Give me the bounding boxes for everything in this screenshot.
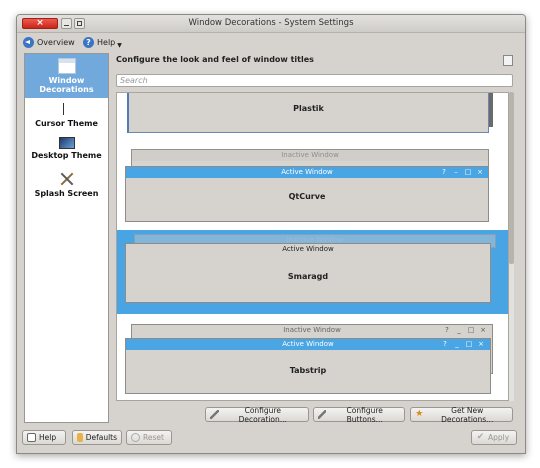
window-icon[interactable] bbox=[503, 55, 513, 66]
close-icon: × bbox=[480, 326, 486, 334]
wrench-icon bbox=[210, 410, 219, 419]
sidebar-item-desktop-theme[interactable]: Desktop Theme bbox=[25, 134, 108, 166]
get-hot-new-stuff-icon: ★ bbox=[415, 409, 424, 419]
scrollbar-thumb[interactable] bbox=[509, 92, 514, 264]
decoration-preview-tabstrip[interactable]: Active Window ? _ □ × Tabstrip bbox=[125, 338, 491, 394]
active-title: Active Window bbox=[126, 339, 490, 350]
back-arrow-icon bbox=[23, 37, 34, 48]
overview-button[interactable]: Overview bbox=[23, 36, 75, 49]
sidebar-item-splash-screen[interactable]: Splash Screen bbox=[25, 168, 108, 200]
list-scrollbar[interactable] bbox=[509, 92, 514, 401]
help-icon: ? bbox=[445, 326, 449, 334]
sidebar-item-label: Window Decorations bbox=[39, 76, 94, 94]
configure-decoration-button[interactable]: Configure Decoration... bbox=[205, 405, 309, 424]
button-label: Get New Decorations... bbox=[441, 405, 494, 424]
reset-icon bbox=[131, 433, 140, 442]
reset-button[interactable]: Reset bbox=[126, 430, 172, 445]
help-book-icon bbox=[27, 433, 36, 442]
window-decorations-icon bbox=[57, 58, 76, 74]
maximize-icon: □ bbox=[467, 326, 475, 334]
help-icon: ? bbox=[83, 37, 94, 48]
inactive-title: Inactive Window bbox=[132, 150, 488, 161]
get-new-decorations-button[interactable]: ★ Get New Decorations... bbox=[410, 405, 513, 424]
active-title: Active Window bbox=[126, 244, 490, 255]
splash-screen-icon bbox=[59, 171, 75, 187]
overview-label: Overview bbox=[37, 38, 75, 47]
button-label: Help bbox=[39, 433, 57, 442]
title-bar[interactable]: × Window Decorations - System Settings bbox=[17, 15, 525, 33]
defaults-button[interactable]: Defaults bbox=[72, 430, 122, 445]
apply-button[interactable]: ✔ Apply bbox=[471, 430, 517, 445]
help-menu[interactable]: ? Help ▼ bbox=[83, 36, 122, 49]
decoration-name: Plastik bbox=[293, 104, 324, 113]
button-label: Defaults bbox=[85, 433, 117, 442]
button-label: Configure Decoration... bbox=[238, 405, 287, 424]
decoration-list[interactable]: Plastik Inactive Window Active Window ? … bbox=[116, 92, 509, 401]
close-icon: × bbox=[477, 168, 483, 176]
help-icon: ? bbox=[443, 340, 447, 348]
minimize-icon: – bbox=[454, 168, 458, 176]
decoration-preview-plastik[interactable]: Plastik bbox=[127, 93, 489, 133]
checkmark-icon: ✔ bbox=[476, 432, 485, 442]
system-settings-window: × Window Decorations - System Settings O… bbox=[16, 14, 526, 454]
wrench-icon bbox=[318, 410, 327, 419]
cursor-icon bbox=[62, 103, 72, 117]
decoration-preview-smaragd[interactable]: × Active Window Smaragd bbox=[125, 243, 491, 303]
titlebar-buttons: ? _ □ × bbox=[440, 340, 486, 349]
window-title: Window Decorations - System Settings bbox=[188, 18, 354, 28]
configure-buttons-button[interactable]: Configure Buttons... bbox=[313, 405, 405, 424]
search-input[interactable] bbox=[116, 74, 513, 87]
help-button[interactable]: Help bbox=[22, 430, 66, 445]
desktop-theme-icon bbox=[58, 137, 75, 149]
chevron-down-icon: ▼ bbox=[117, 42, 122, 49]
minimize-icon: _ bbox=[455, 340, 459, 348]
sidebar-item-cursor-theme[interactable]: Cursor Theme bbox=[25, 100, 108, 130]
decoration-preview-qtcurve[interactable]: Active Window ? – □ × QtCurve bbox=[125, 166, 489, 222]
help-icon: ? bbox=[442, 168, 446, 176]
maximize-icon: □ bbox=[464, 168, 472, 176]
active-title: Active Window bbox=[126, 167, 488, 178]
maximize-icon: □ bbox=[465, 340, 473, 348]
page-heading: Configure the look and feel of window ti… bbox=[116, 55, 314, 64]
button-label: Apply bbox=[488, 433, 510, 442]
plastik-edge bbox=[489, 93, 493, 127]
close-icon: × bbox=[478, 340, 484, 348]
sidebar-item-label: Desktop Theme bbox=[31, 151, 102, 160]
sidebar: Window Decorations Cursor Theme Desktop … bbox=[24, 53, 109, 423]
titlebar-buttons: ? _ □ × bbox=[442, 326, 488, 335]
menu-bar: Overview ? Help ▼ bbox=[17, 33, 525, 51]
sidebar-item-window-decorations[interactable]: Window Decorations bbox=[25, 54, 108, 98]
help-menu-label: Help bbox=[97, 38, 116, 47]
button-label: Reset bbox=[143, 433, 164, 442]
minimize-icon: _ bbox=[457, 326, 461, 334]
sidebar-item-label: Splash Screen bbox=[34, 189, 99, 198]
inactive-title: Inactive Window bbox=[283, 326, 341, 334]
decoration-name: QtCurve bbox=[288, 192, 326, 201]
decoration-name: Tabstrip bbox=[289, 366, 327, 375]
titlebar-buttons: ? – □ × bbox=[439, 168, 485, 177]
button-label: Configure Buttons... bbox=[346, 405, 383, 424]
defaults-icon bbox=[77, 433, 83, 442]
sidebar-item-label: Cursor Theme bbox=[35, 119, 98, 128]
decoration-name: Smaragd bbox=[287, 272, 329, 281]
